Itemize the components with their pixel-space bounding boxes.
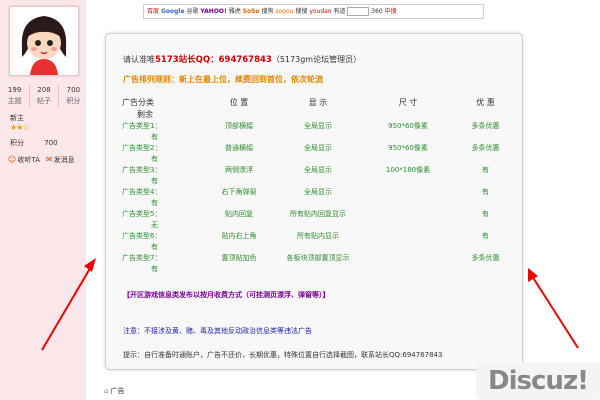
ad-price-table: 广告分类 位 置 显 示 尺 寸 优 惠 剩余 广告类型1： 顶部横幅 全局显示… [119,96,519,274]
table-row-remaining: 有 [151,176,158,185]
table-row-remaining: 有 [151,242,158,251]
col-display: 显 示 [308,97,328,107]
table-row-remaining: 有 [151,198,158,207]
banner-text: 搜狗 [261,8,274,15]
user-rank: 新主 [10,114,24,122]
col-remaining: 剩余 [137,109,153,119]
message-icon: ✉ [45,155,53,164]
profile-stats: 199 主题 208 帖子 700 积分 [4,85,84,107]
banner-text: 雅虎 [228,8,241,15]
table-row: 广告类型7： 置顶贴加色 各板块顶部置顶显示 多条优惠 [122,253,500,262]
table-header-row: 广告分类 位 置 显 示 尺 寸 优 惠 [119,96,519,108]
contact-qq: 5173站长QQ：694767843 [155,55,272,65]
ad-rule-text: 广告排列规则：新上在最上位，续费回到首位，依次轮流 [123,75,323,84]
banner-logo-youdao: youdao [309,8,332,15]
credits-row: 积分 700 [10,139,58,147]
stat-divider [58,85,60,107]
table-row: 广告类型1： 顶部横幅 全局显示 950*60像素 多条优惠 [122,121,500,130]
stat-credits[interactable]: 700 积分 [66,85,80,107]
ad-info-card: 请认准唯5173站长QQ：694767843（5173gm论坛管理员） 广告排列… [105,33,523,370]
banner-text: 360 [371,8,383,15]
monthly-fee-note: 【开区游戏信息类发布以按月收费方式（可挂测页漂浮、弹窗等）】 [123,291,330,299]
banner-logo-sogou: sogou [275,8,294,15]
table-row-remaining: 有 [151,154,158,163]
banner-logo-soso: SoSo [242,8,260,15]
table-row: 广告类型6： 贴内右上角 所有贴内显示 有 [122,231,489,240]
banner-text: 有道 [333,8,346,15]
avatar[interactable] [9,6,79,76]
col-category: 广告分类 [122,97,154,107]
col-discount: 优 惠 [476,97,495,107]
stat-threads[interactable]: 199 主题 [8,85,22,107]
banner-text: 谷歌 [186,8,199,15]
prohibited-ads-note: 注意：不接涉及黄、赌、毒及其他反动政治信息类等违法广告 [123,327,312,335]
stat-divider [28,85,30,107]
rank-stars-icon: ★★☆ [10,123,29,132]
author-profile-panel: 199 主题 208 帖子 700 积分 新主 ★★☆ 积分 700 ☺收听TA… [0,0,86,400]
follow-icon: ☺ [8,155,17,164]
avatar-girl-icon [10,7,78,75]
discuz-watermark: Discuz! [476,362,600,400]
table-row: 广告类型4： 右下角弹窗 全局显示 有 [122,187,489,196]
table-row: 广告类型3： 两侧漂浮 全局显示 100*180像素 有 [122,165,489,174]
banner-logo-zhongsou: 中搜 [384,8,397,15]
banner-logo-yahoo: YAHOO! [200,8,227,15]
search-engine-banner[interactable]: 百度 Google 谷歌 YAHOO! 雅虎 SoSo 搜狗 sogou 搜搜 … [143,4,484,19]
banner-search-box [347,7,370,16]
table-row: 广告类型5： 贴内回复 所有贴内回复显示 有 [122,209,489,218]
banner-logo-baidu: 百度 [147,8,160,15]
col-position: 位 置 [229,97,249,107]
tip-text: 提示：自行准备时通账户，广告不还价，长期优惠，特殊位置自行选择截图，联系站长QQ… [123,351,443,359]
table-subheader-row: 剩余 [119,108,519,120]
profile-actions: ☺收听TA ✉发消息 [8,155,75,165]
table-row: 广告类型2： 普通横幅 全局显示 950*60像素 多条优惠 [122,143,500,152]
banner-logo-google: Google [160,8,185,15]
stat-posts[interactable]: 208 帖子 [37,85,51,107]
tag-link[interactable]: ⌂ 广告 [104,386,124,396]
message-button[interactable]: ✉发消息 [46,155,75,165]
table-row-remaining: 有 [151,132,158,141]
col-size: 尺 寸 [398,97,418,107]
contact-line: 请认准唯5173站长QQ：694767843（5173gm论坛管理员） [123,55,362,65]
banner-text: 搜搜 [295,8,308,15]
table-row-remaining: 有 [151,264,158,273]
tag-icon: ⌂ [104,387,109,395]
table-row-remaining: 无 [151,220,158,229]
follow-button[interactable]: ☺收听TA [8,155,40,165]
